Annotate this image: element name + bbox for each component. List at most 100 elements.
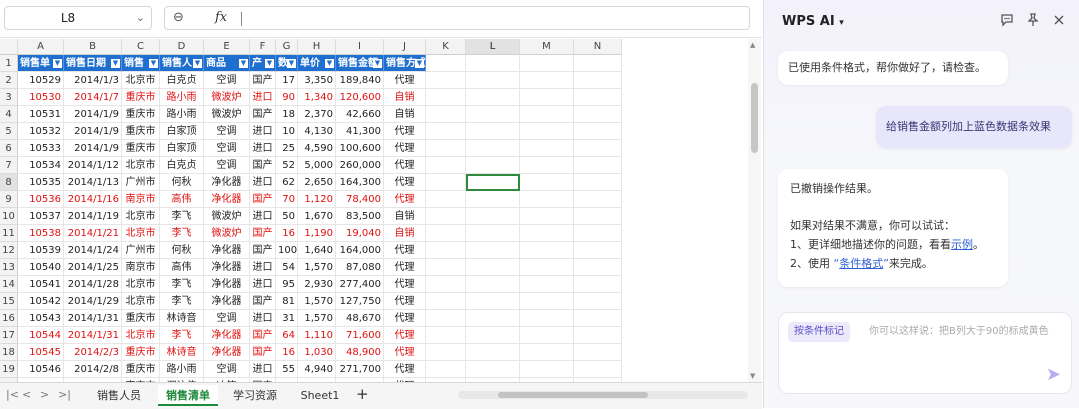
scrollbar-thumb[interactable] — [498, 392, 648, 398]
table-cell[interactable] — [574, 72, 622, 89]
table-cell[interactable]: 2,930 — [298, 276, 336, 293]
row-header[interactable]: 6 — [0, 140, 18, 157]
table-cell[interactable]: 北京市 — [122, 225, 160, 242]
row-header[interactable]: 2 — [0, 72, 18, 89]
table-cell[interactable] — [520, 123, 574, 140]
table-cell[interactable] — [426, 276, 466, 293]
filter-dropdown-icon[interactable]: ▼ — [265, 59, 274, 68]
table-cell[interactable] — [520, 361, 574, 378]
name-box[interactable]: L8 ⌄ — [4, 6, 152, 30]
table-cell[interactable]: 127,750 — [336, 293, 384, 310]
formula-input[interactable]: ⊖ fx — [164, 6, 750, 30]
table-cell[interactable] — [520, 208, 574, 225]
table-cell[interactable]: 16 — [276, 344, 298, 361]
sheet-tab[interactable]: 销售人员 — [88, 385, 150, 406]
table-cell[interactable]: 81 — [276, 293, 298, 310]
table-header-cell[interactable]: 商品 ▼ — [204, 55, 250, 72]
table-cell[interactable] — [574, 225, 622, 242]
table-cell[interactable]: 国产 — [250, 191, 276, 208]
horizontal-scrollbar[interactable] — [458, 391, 748, 399]
column-header[interactable]: G — [276, 39, 298, 55]
row-header[interactable]: 9 — [0, 191, 18, 208]
table-cell[interactable] — [426, 208, 466, 225]
table-cell[interactable]: 白家顶 — [160, 140, 204, 157]
table-cell[interactable]: 10540 — [18, 259, 64, 276]
row-header[interactable]: 18 — [0, 344, 18, 361]
table-cell[interactable]: 10545 — [18, 344, 64, 361]
table-cell[interactable]: 代理 — [384, 242, 426, 259]
table-cell[interactable]: 净化器 — [204, 327, 250, 344]
table-cell[interactable]: 代理 — [384, 72, 426, 89]
table-cell[interactable]: 1,030 — [298, 344, 336, 361]
row-header[interactable]: 16 — [0, 310, 18, 327]
table-cell[interactable]: 微波炉 — [204, 89, 250, 106]
table-cell[interactable] — [520, 310, 574, 327]
table-cell[interactable]: 2014/1/31 — [64, 327, 122, 344]
table-cell[interactable] — [426, 123, 466, 140]
table-cell[interactable]: 进口 — [250, 276, 276, 293]
table-cell[interactable]: 路小雨 — [160, 106, 204, 123]
filter-dropdown-icon[interactable]: ▼ — [239, 59, 248, 68]
table-cell[interactable]: 进口 — [250, 174, 276, 191]
chevron-down-icon[interactable]: ⌄ — [136, 11, 145, 24]
table-cell[interactable] — [466, 293, 520, 310]
table-cell[interactable]: 10538 — [18, 225, 64, 242]
row-header[interactable]: 10 — [0, 208, 18, 225]
ai-panel-title[interactable]: WPS AI ▾ — [782, 14, 844, 29]
table-header-cell[interactable]: 销售方式 ▼ — [384, 55, 426, 72]
sheet-tab[interactable]: 学习资源 — [224, 385, 286, 406]
table-cell[interactable] — [520, 140, 574, 157]
table-cell[interactable]: 19,040 — [336, 225, 384, 242]
table-cell[interactable] — [520, 174, 574, 191]
table-cell[interactable]: 空调 — [204, 140, 250, 157]
table-cell[interactable]: 国产 — [250, 157, 276, 174]
table-cell[interactable]: 1,640 — [298, 242, 336, 259]
table-cell[interactable]: 重庆市 — [122, 89, 160, 106]
table-cell[interactable]: 微波炉 — [204, 225, 250, 242]
table-cell[interactable]: 国产 — [250, 242, 276, 259]
column-header[interactable]: B — [64, 39, 122, 55]
table-cell[interactable]: 重庆市 — [122, 140, 160, 157]
row-header[interactable]: 15 — [0, 293, 18, 310]
table-cell[interactable]: 北京市 — [122, 157, 160, 174]
table-cell[interactable]: 4,590 — [298, 140, 336, 157]
table-cell[interactable]: 10539 — [18, 242, 64, 259]
ai-input-placeholder[interactable]: 你可以这样说：把B列大于90的标成黄色 — [869, 322, 1069, 341]
table-cell[interactable] — [574, 310, 622, 327]
selected-cell[interactable] — [466, 174, 520, 191]
table-cell[interactable]: 北京市 — [122, 276, 160, 293]
table-cell[interactable]: 1,120 — [298, 191, 336, 208]
table-cell[interactable] — [466, 55, 520, 72]
table-cell[interactable]: 1,110 — [298, 327, 336, 344]
table-cell[interactable]: 何秋 — [160, 174, 204, 191]
table-cell[interactable]: 国产 — [250, 344, 276, 361]
table-cell[interactable] — [426, 157, 466, 174]
table-cell[interactable] — [574, 242, 622, 259]
table-cell[interactable] — [466, 191, 520, 208]
table-cell[interactable]: 1,190 — [298, 225, 336, 242]
table-cell[interactable] — [520, 242, 574, 259]
table-cell[interactable]: 代理 — [384, 327, 426, 344]
table-cell[interactable]: 国产 — [250, 327, 276, 344]
table-cell[interactable]: 李飞 — [160, 208, 204, 225]
table-cell[interactable]: 进口 — [250, 89, 276, 106]
row-header[interactable]: 19 — [0, 361, 18, 378]
table-cell[interactable]: 10544 — [18, 327, 64, 344]
fx-icon[interactable]: fx — [215, 10, 227, 25]
column-header[interactable]: M — [520, 39, 574, 55]
row-header[interactable]: 1 — [0, 55, 18, 72]
table-cell[interactable] — [574, 208, 622, 225]
table-cell[interactable] — [574, 361, 622, 378]
add-sheet-button[interactable]: + — [356, 385, 369, 403]
table-cell[interactable]: 120,600 — [336, 89, 384, 106]
table-header-cell[interactable]: 销售人 ▼ — [160, 55, 204, 72]
table-cell[interactable] — [466, 140, 520, 157]
table-cell[interactable]: 重庆市 — [122, 361, 160, 378]
column-header[interactable]: E — [204, 39, 250, 55]
table-cell[interactable]: 国产 — [250, 72, 276, 89]
table-cell[interactable] — [520, 72, 574, 89]
table-cell[interactable]: 代理 — [384, 140, 426, 157]
table-cell[interactable] — [520, 327, 574, 344]
row-header[interactable]: 12 — [0, 242, 18, 259]
table-cell[interactable]: 李飞 — [160, 276, 204, 293]
